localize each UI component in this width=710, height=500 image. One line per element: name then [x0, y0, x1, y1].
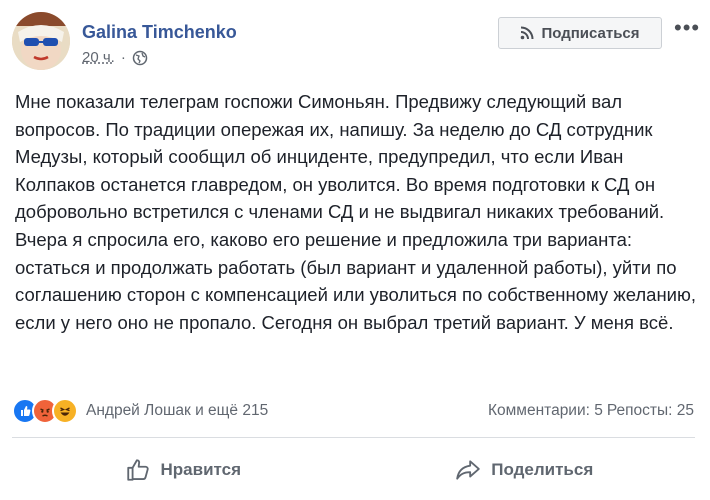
subscribe-button[interactable]: Подписаться: [498, 17, 662, 49]
author-name[interactable]: Galina Timchenko: [82, 22, 237, 43]
share-button[interactable]: Поделиться: [354, 457, 696, 483]
like-label: Нравится: [160, 460, 242, 479]
subscribe-label: Подписаться: [541, 24, 640, 42]
thumbs-up-icon: [126, 459, 149, 481]
rss-icon: [521, 26, 534, 40]
author-avatar[interactable]: [12, 12, 70, 70]
action-divider: [12, 437, 695, 438]
action-bar: Нравится Поделиться: [12, 446, 695, 494]
reaction-names[interactable]: Андрей Лошак и ещё 215: [86, 402, 268, 420]
post-meta: 20 ч. ·: [82, 49, 148, 66]
more-options-icon[interactable]: •••: [674, 17, 700, 39]
engagement-counts: Комментарии: 5 Репосты: 25: [484, 402, 694, 420]
globe-icon: [132, 50, 148, 65]
share-arrow-icon: [456, 460, 480, 480]
share-label: Поделиться: [491, 460, 594, 479]
shares-count[interactable]: Репосты: 25: [607, 402, 694, 420]
post-header: Galina Timchenko 20 ч. · Подписаться •••: [0, 0, 710, 80]
haha-reaction-icon: [52, 398, 78, 424]
comments-count[interactable]: Комментарии: 5: [488, 402, 603, 420]
meta-separator: ·: [120, 49, 126, 66]
reaction-icons[interactable]: [12, 398, 78, 424]
post-timestamp[interactable]: 20 ч.: [82, 49, 115, 66]
post-body: Мне показали телеграм госпожи Симоньян. …: [15, 91, 697, 333]
reactions-summary: Андрей Лошак и ещё 215 Комментарии: 5 Ре…: [12, 397, 702, 425]
like-button[interactable]: Нравится: [12, 457, 354, 483]
